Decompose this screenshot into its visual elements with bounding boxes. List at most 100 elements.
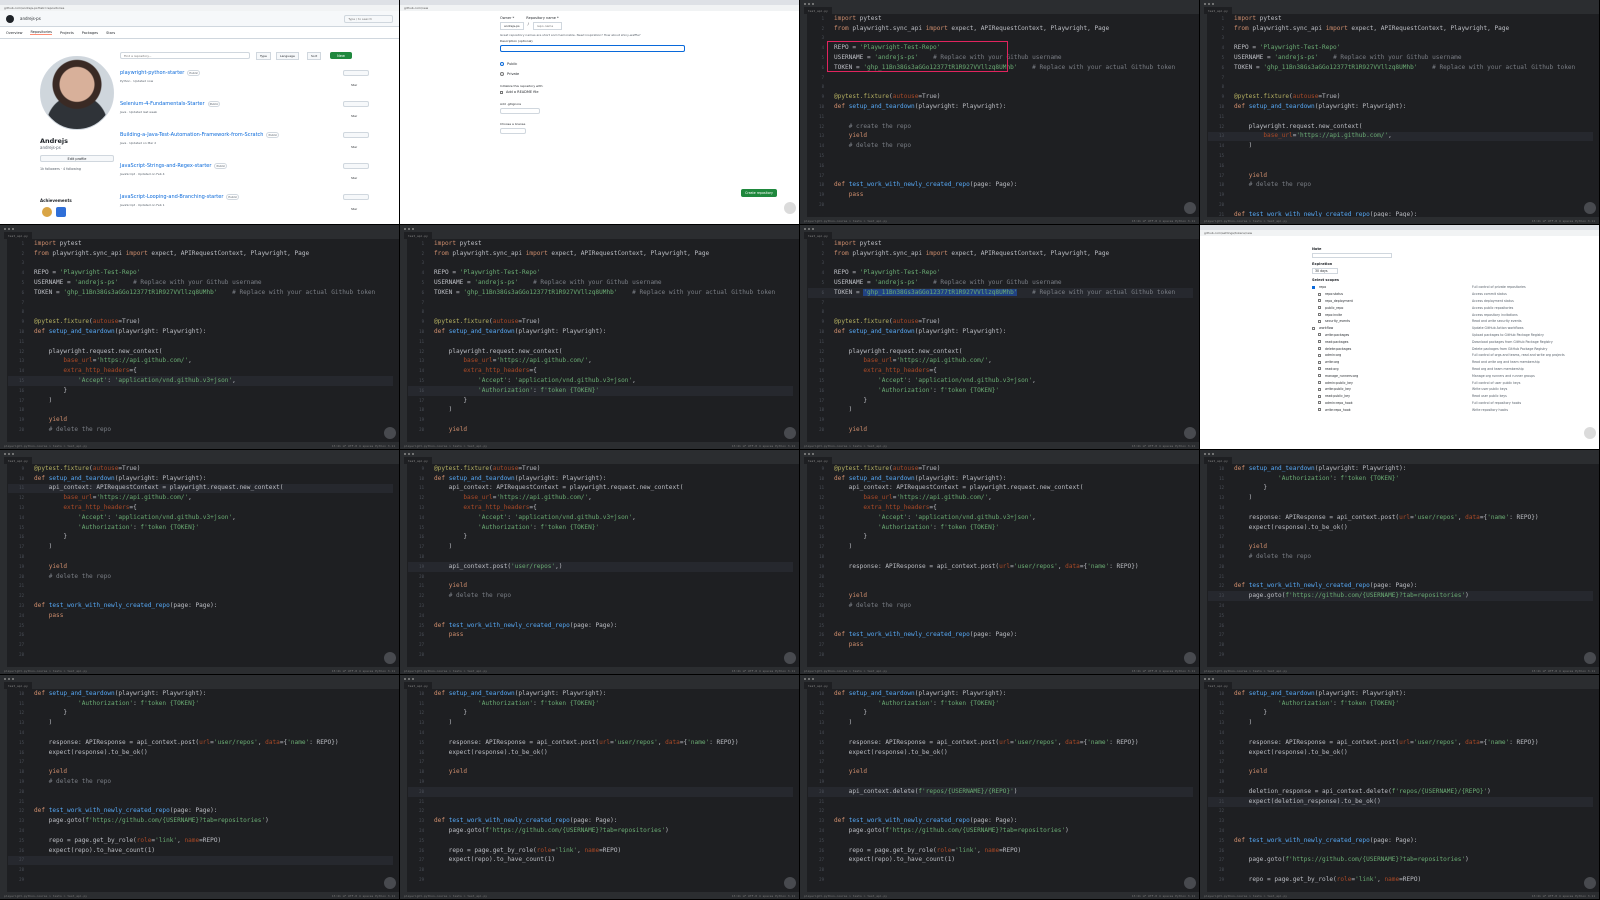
code-line[interactable]: 10 def setup_and_teardown(playwright: Pla… xyxy=(808,689,1193,699)
code-line[interactable]: 23 xyxy=(1208,816,1593,826)
code-line[interactable]: 9 @pytest.fixture(autouse=True) xyxy=(8,317,393,327)
code-line[interactable]: 9 @pytest.fixture(autouse=True) xyxy=(1208,92,1593,102)
scope-checkbox[interactable] xyxy=(1318,340,1321,344)
code-line[interactable]: 13 extra_http_headers={ xyxy=(8,503,393,513)
code-line[interactable]: 15 'Authorization': f'token {TOKEN}' xyxy=(8,523,393,533)
tool-window-stripe[interactable] xyxy=(400,689,407,892)
code-line[interactable]: 10 def setup_and_teardown(playwright: Pla… xyxy=(8,689,393,699)
code-line[interactable]: 19 yield xyxy=(8,562,393,572)
code-line[interactable]: 12 base_url='https://api.github.com/', xyxy=(8,493,393,503)
code-line[interactable]: 24 page.goto(f'https://github.com/{USERN… xyxy=(808,826,1193,836)
star-button[interactable]: Star xyxy=(343,132,369,149)
code-line[interactable]: 5 USERNAME = 'andrejs-ps' # Replace with … xyxy=(408,278,793,288)
description-input[interactable] xyxy=(500,45,685,52)
scope-checkbox[interactable] xyxy=(1318,387,1321,391)
code-line[interactable]: 3 xyxy=(808,259,1193,269)
scope-checkbox[interactable] xyxy=(1318,367,1321,371)
code-line[interactable]: 8 xyxy=(408,308,793,318)
find-repository-input[interactable]: Find a repository... xyxy=(120,52,250,59)
code-line[interactable]: 2 from playwright.sync_api import expect,… xyxy=(8,249,393,259)
code-line[interactable]: 9 @pytest.fixture(autouse=True) xyxy=(808,464,1193,474)
scope-checkbox[interactable] xyxy=(1318,333,1321,337)
code-line[interactable]: 27 page.goto(f'https://github.com/{USERN… xyxy=(1208,856,1593,866)
achievement-badge-icon[interactable] xyxy=(56,207,66,217)
code-line[interactable]: 20 deletion_response = api_context.delet… xyxy=(1208,787,1593,797)
code-line[interactable]: 25 xyxy=(408,836,793,846)
achievement-badge-icon[interactable] xyxy=(42,207,52,217)
code-line[interactable]: 16 'Authorization': f'token {TOKEN}' xyxy=(408,385,793,396)
code-line[interactable]: 13 extra_http_headers={ xyxy=(808,503,1193,513)
code-line[interactable]: 26 xyxy=(1208,846,1593,856)
code-line[interactable]: 18 ) xyxy=(808,406,1193,416)
code-line[interactable]: 23 # delete the repo xyxy=(808,601,1193,611)
search-input[interactable]: Type / to search xyxy=(344,14,393,23)
code-line[interactable]: 13 base_url='https://api.github.com/', xyxy=(8,357,393,367)
code-line[interactable]: 22 # delete the repo xyxy=(408,591,793,601)
code-area[interactable]: 1 import pytest 2 from playwright.sync_api … xyxy=(808,239,1193,441)
code-line[interactable]: 28 xyxy=(1208,865,1593,875)
code-line[interactable]: 17 ) xyxy=(808,542,1193,552)
code-line[interactable]: 7 xyxy=(808,298,1193,308)
code-line[interactable]: 12 } xyxy=(1208,709,1593,719)
code-line[interactable]: 28 xyxy=(8,865,393,875)
code-line[interactable]: 29 xyxy=(408,875,793,885)
scope-checkbox[interactable] xyxy=(1318,394,1321,398)
code-line[interactable]: 18 yield xyxy=(408,767,793,777)
scope-checkbox[interactable] xyxy=(1318,401,1321,405)
code-line[interactable]: 9 @pytest.fixture(autouse=True) xyxy=(8,464,393,474)
code-line[interactable]: 20 xyxy=(1208,562,1593,572)
code-area[interactable]: 9 @pytest.fixture(autouse=True) 10 def setu… xyxy=(8,464,393,666)
code-line[interactable]: 29 xyxy=(808,875,1193,885)
code-line[interactable]: 10 def setup_and_teardown(playwright: Pla… xyxy=(408,327,793,337)
code-line[interactable]: 17 xyxy=(808,758,1193,768)
code-line[interactable]: 19 # delete the repo xyxy=(1208,552,1593,562)
code-line[interactable]: 20 yield xyxy=(808,425,1193,435)
tool-window-stripe[interactable] xyxy=(400,239,407,442)
code-area[interactable]: 1 import pytest 2 from playwright.sync_api … xyxy=(8,239,393,441)
readme-checkbox[interactable] xyxy=(500,90,503,94)
code-line[interactable]: 25 repo = page.get_by_role(role='link', … xyxy=(8,836,393,846)
code-line[interactable]: 11 'Authorization': f'token {TOKEN}' xyxy=(8,699,393,709)
code-line[interactable]: 10 def setup_and_teardown(playwright: Pla… xyxy=(1208,464,1593,474)
code-line[interactable]: 27 expect(repo).to_have_count(1) xyxy=(408,856,793,866)
code-line[interactable]: 21 expect(deletion_response).to_be_ok() xyxy=(1208,796,1593,807)
code-line[interactable]: 12 base_url='https://api.github.com/', xyxy=(408,493,793,503)
code-line[interactable]: 2 from playwright.sync_api import expect,… xyxy=(1208,24,1593,34)
code-area[interactable]: 10 def setup_and_teardown(playwright: Pla… xyxy=(408,689,793,891)
code-line[interactable]: 4 REPO = 'Playwright-Test-Repo' xyxy=(8,268,393,278)
code-line[interactable]: 19 pass xyxy=(808,190,1193,200)
code-line[interactable]: 8 xyxy=(808,308,1193,318)
code-line[interactable]: 28 xyxy=(408,650,793,660)
code-line[interactable]: 27 xyxy=(1208,631,1593,641)
code-line[interactable]: 10 def setup_and_teardown(playwright: Pla… xyxy=(1208,689,1593,699)
tab-projects[interactable]: Projects xyxy=(60,31,74,35)
code-line[interactable]: 18 yield xyxy=(808,767,1193,777)
code-line[interactable]: 14 # delete the repo xyxy=(808,141,1193,151)
code-area[interactable]: 1 import pytest 2 from playwright.sync_api … xyxy=(1208,14,1593,217)
code-line[interactable]: 17 xyxy=(1208,758,1593,768)
code-line[interactable]: 25 xyxy=(1208,611,1593,621)
tool-window-stripe[interactable] xyxy=(0,464,7,667)
code-line[interactable]: 16 expect(response).to_be_ok() xyxy=(408,748,793,758)
code-line[interactable]: 1 import pytest xyxy=(808,14,1193,24)
code-line[interactable]: 12 } xyxy=(8,709,393,719)
tool-window-stripe[interactable] xyxy=(800,689,807,892)
code-line[interactable]: 16 xyxy=(808,161,1193,171)
code-line[interactable]: 13 ) xyxy=(8,718,393,728)
code-line[interactable]: 12 playwright.request.new_context( xyxy=(408,347,793,357)
code-line[interactable]: 18 def test_work_with_newly_created_repo(… xyxy=(808,181,1193,191)
code-line[interactable]: 12 # create the repo xyxy=(808,122,1193,132)
code-line[interactable]: 19 xyxy=(1208,777,1593,787)
code-line[interactable]: 12 } xyxy=(808,709,1193,719)
code-line[interactable]: 23 xyxy=(408,601,793,611)
code-line[interactable]: 26 def test_work_with_newly_created_repo(… xyxy=(808,631,1193,641)
code-line[interactable]: 22 def test_work_with_newly_created_repo(… xyxy=(8,807,393,817)
code-area[interactable]: 10 def setup_and_teardown(playwright: Pla… xyxy=(1208,464,1593,666)
editor-tab[interactable]: test_api.py xyxy=(804,682,832,689)
code-line[interactable]: 14 xyxy=(1208,728,1593,738)
code-line[interactable]: 19 api_context.post('user/repos',) xyxy=(408,561,793,572)
code-line[interactable]: 17 xyxy=(808,171,1193,181)
code-line[interactable]: 18 xyxy=(808,552,1193,562)
code-line[interactable]: 18 yield xyxy=(1208,542,1593,552)
code-line[interactable]: 3 xyxy=(1208,34,1593,44)
